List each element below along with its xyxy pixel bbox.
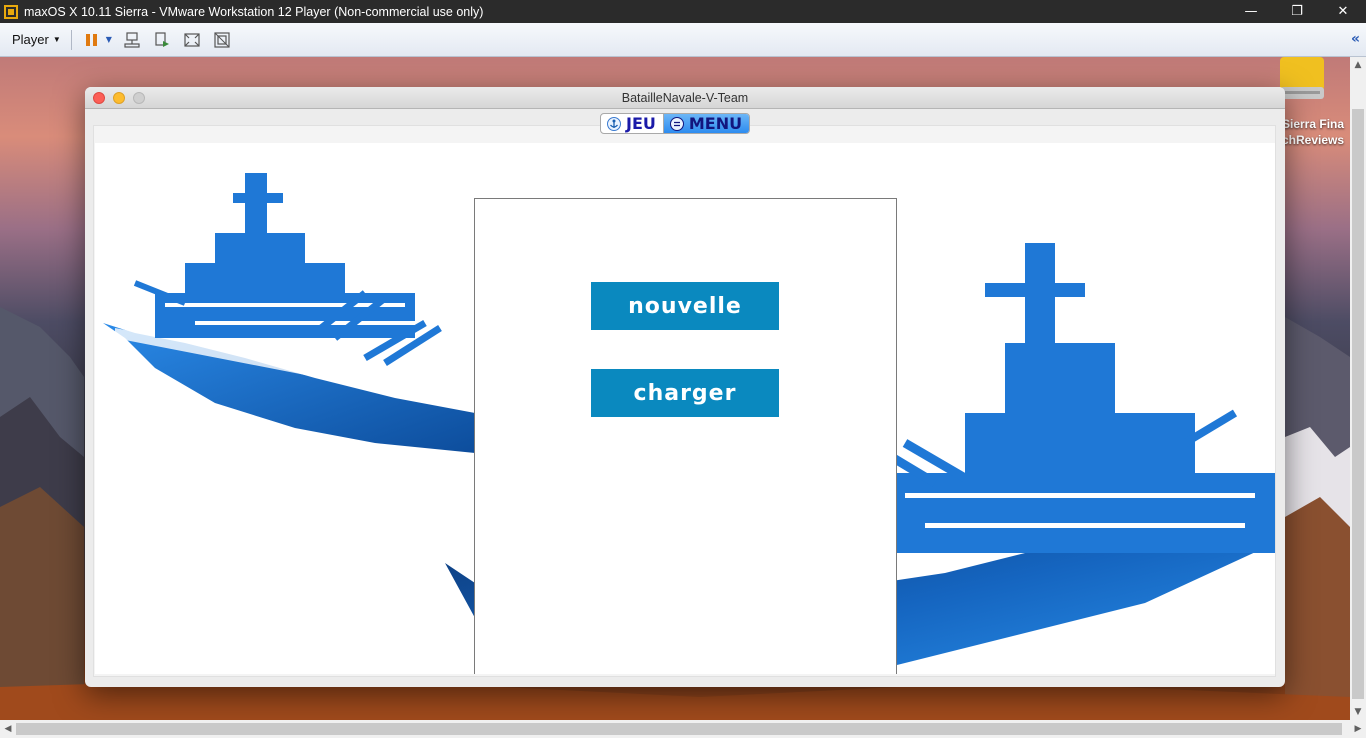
vmware-icon <box>4 4 18 19</box>
pause-icon <box>85 33 97 46</box>
menu-panel: nouvelle charger <box>474 198 897 674</box>
tab-menu-label: MENU <box>688 114 743 133</box>
horizontal-scroll-thumb[interactable] <box>16 723 1342 735</box>
scroll-right-icon[interactable]: ▶ <box>1350 720 1366 738</box>
new-game-button[interactable]: nouvelle <box>591 282 779 330</box>
game-panel: nouvelle charger <box>95 143 1275 674</box>
network-icon <box>124 31 140 48</box>
chevron-down-icon: ▼ <box>52 35 61 44</box>
host-window-title: maxOS X 10.11 Sierra - VMware Workstatio… <box>24 4 484 19</box>
player-menu-button[interactable]: Player ▼ <box>6 29 67 50</box>
anchor-icon <box>607 116 621 131</box>
restore-button[interactable]: ❐ <box>1274 0 1320 23</box>
collapse-toolbar-icon[interactable]: « <box>1351 31 1360 47</box>
close-button[interactable]: ✕ <box>1320 0 1366 23</box>
app-titlebar: BatailleNavale-V-Team <box>85 87 1285 109</box>
window-minimize-button[interactable] <box>113 92 125 104</box>
host-toolbar: Player ▼ ▼ « <box>0 23 1366 57</box>
vertical-scroll-thumb[interactable] <box>1352 109 1364 699</box>
removable-devices-button[interactable] <box>150 28 174 52</box>
menu-list-icon <box>669 116 684 131</box>
pause-button[interactable] <box>80 28 104 52</box>
drive-label: Sierra Fina chReviews <box>1282 117 1345 147</box>
player-menu-label: Player <box>12 32 49 47</box>
fullscreen-button[interactable] <box>180 28 204 52</box>
tab-jeu[interactable]: JEU <box>601 114 663 133</box>
host-titlebar: maxOS X 10.11 Sierra - VMware Workstatio… <box>0 0 1366 23</box>
tab-jeu-label: JEU <box>626 114 656 133</box>
send-ctrl-alt-del-button[interactable] <box>120 28 144 52</box>
vertical-scrollbar[interactable]: ▲ ▼ <box>1350 57 1366 720</box>
scroll-up-icon[interactable]: ▲ <box>1350 57 1366 73</box>
scroll-down-icon[interactable]: ▼ <box>1350 704 1366 720</box>
unity-icon <box>214 31 230 48</box>
app-window-title: BatailleNavale-V-Team <box>621 91 749 105</box>
toolbar-divider <box>70 29 72 50</box>
device-icon <box>155 31 169 47</box>
pause-dropdown-button[interactable]: ▼ <box>104 28 114 52</box>
window-zoom-button[interactable] <box>133 92 145 104</box>
app-window: BatailleNavale-V-Team JEU MENU nouvelle … <box>85 87 1285 687</box>
load-game-button[interactable]: charger <box>591 369 779 417</box>
unity-button[interactable] <box>210 28 234 52</box>
horizontal-scrollbar[interactable]: ◀ ▶ <box>0 720 1366 738</box>
fullscreen-icon <box>184 32 200 47</box>
tab-bar: JEU MENU <box>600 113 751 134</box>
tab-menu[interactable]: MENU <box>662 114 750 133</box>
minimize-button[interactable]: — <box>1228 0 1274 23</box>
chevron-down-icon: ▼ <box>105 35 112 44</box>
battleship-illustration-left <box>103 173 475 453</box>
window-close-button[interactable] <box>93 92 105 104</box>
scroll-left-icon[interactable]: ◀ <box>0 720 16 738</box>
